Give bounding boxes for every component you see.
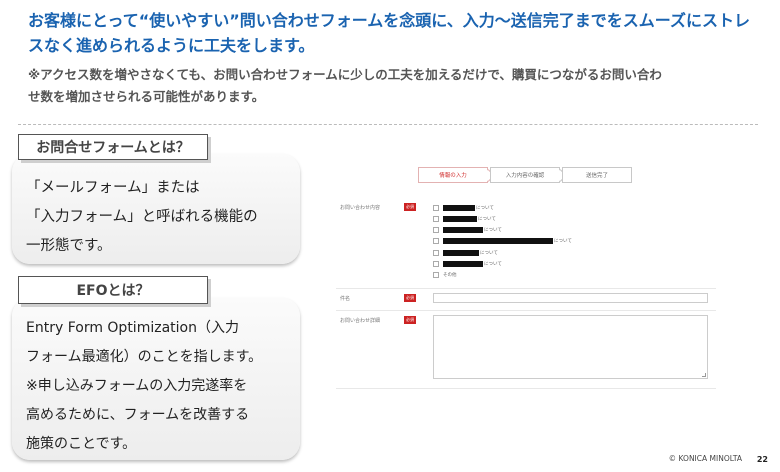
checkbox-icon[interactable] (433, 216, 439, 222)
section-label-form: お問合せフォームとは？ (18, 134, 208, 160)
bubble-line: 「入力フォーム」と呼ばれる機能の (26, 209, 258, 225)
checkbox-icon[interactable] (433, 272, 439, 278)
checkbox-icon[interactable] (433, 238, 439, 244)
bubble-line: フォーム最適化）のことを指します。 (26, 349, 263, 365)
checkbox-icon[interactable] (433, 227, 439, 233)
checkbox-icon[interactable] (433, 205, 439, 211)
headline-line-1: お客様にとって“使いやすい”問い合わせフォームを念頭に、入力～送信完了までをスム… (28, 11, 750, 30)
bubble-line: ※申し込みフォームの入力完遂率を (26, 378, 248, 394)
option-label: その他 (443, 273, 457, 278)
redacted-text (443, 227, 483, 233)
subline: ※アクセス数を増やさなくても、お問い合わせフォームに少しの工夫を加えるだけで、購… (28, 64, 768, 108)
checkbox-icon[interactable] (433, 250, 439, 256)
field-label-details: お問い合わせ詳細 (340, 318, 381, 324)
redacted-text (443, 216, 477, 222)
page-number: 22 (756, 455, 768, 464)
step-input: 情報の入力 (418, 167, 488, 183)
checkbox-option[interactable]: について (433, 215, 496, 223)
form-separator (336, 288, 716, 289)
bubble-line: 施策のことです。 (26, 436, 137, 452)
subject-input[interactable] (433, 293, 708, 303)
checkbox-option[interactable]: について (433, 249, 498, 257)
redacted-text (443, 238, 553, 244)
checkbox-option[interactable]: について (433, 226, 502, 234)
required-badge: 必須 (404, 203, 416, 211)
option-suffix: について (476, 206, 494, 211)
bubble-line: 「メールフォーム」または (26, 180, 200, 196)
field-label-subject: 件名 (340, 296, 351, 302)
checkbox-option[interactable]: について (433, 260, 502, 268)
form-separator (336, 310, 716, 311)
option-suffix: について (484, 262, 502, 267)
checkbox-option[interactable]: について (433, 237, 572, 245)
section-bubble-form: 「メールフォーム」または 「入力フォーム」と呼ばれる機能の 一形態です。 (12, 154, 300, 264)
headline: お客様にとって“使いやすい”問い合わせフォームを念頭に、入力～送信完了までをスム… (28, 8, 768, 58)
form-separator (336, 388, 716, 389)
required-badge: 必須 (404, 316, 416, 324)
section-label-efo: EFOとは？ (18, 276, 208, 304)
form-steps: 情報の入力 入力内容の確認 送信完了 (418, 167, 634, 183)
step-confirm: 入力内容の確認 (490, 167, 560, 183)
redacted-text (443, 261, 483, 267)
option-suffix: について (484, 228, 502, 233)
bubble-line: 高めるために、フォームを改善する (26, 407, 250, 423)
field-label-inquiry: お問い合わせ内容 (340, 205, 381, 211)
redacted-text (443, 250, 479, 256)
divider (18, 124, 758, 125)
redacted-text (443, 205, 475, 211)
checkbox-option[interactable]: について (433, 204, 494, 212)
details-textarea[interactable] (433, 315, 708, 379)
required-badge: 必須 (404, 294, 416, 302)
option-suffix: について (554, 239, 572, 244)
resize-handle-icon[interactable] (702, 373, 706, 377)
bubble-line: Entry Form Optimization（入力 (26, 320, 239, 336)
subline-line-1: ※アクセス数を増やさなくても、お問い合わせフォームに少しの工夫を加えるだけで、購… (28, 67, 662, 82)
step-complete: 送信完了 (562, 167, 632, 183)
option-suffix: について (480, 251, 498, 256)
bubble-line: 一形態です。 (26, 238, 112, 254)
checkbox-icon[interactable] (433, 261, 439, 267)
headline-line-2: スなく進められるように工夫をします。 (28, 36, 315, 55)
section-bubble-efo: Entry Form Optimization（入力 フォーム最適化）のことを指… (12, 298, 300, 460)
subline-line-2: せ数を増加させられる可能性があります。 (28, 89, 265, 104)
checkbox-option-other[interactable]: その他 (433, 271, 457, 279)
option-suffix: について (478, 217, 496, 222)
footer-logo: © KONICA MINOLTA (668, 454, 742, 463)
